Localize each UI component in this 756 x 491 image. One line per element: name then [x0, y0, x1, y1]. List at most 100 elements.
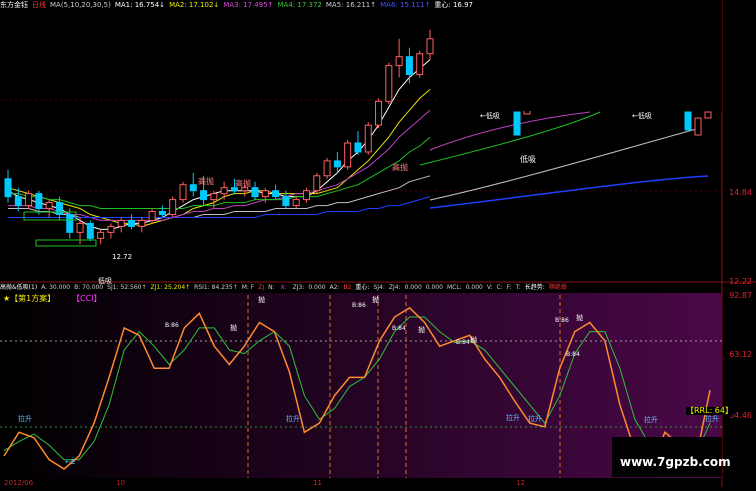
b-point-label: B:86 — [352, 302, 366, 309]
candle-body — [261, 190, 269, 198]
candle-body — [210, 193, 218, 201]
lift-marker: 拉升 — [506, 413, 520, 422]
price-annotation-buy-arrow: ←低吸 — [480, 111, 500, 120]
candle-body — [220, 187, 228, 195]
sell-marker: 抛 — [230, 323, 237, 332]
candle-body — [169, 199, 177, 215]
f-readout: F: — [506, 284, 512, 291]
candle-body — [292, 199, 300, 207]
trend-value: 隔绝锁 — [548, 284, 567, 291]
candle-body — [272, 190, 280, 198]
cci-label[interactable]: 【CCI】 — [72, 295, 102, 303]
trend-readout: 长趋势: — [524, 284, 545, 291]
candle-body — [426, 38, 434, 55]
m-readout: M: F — [241, 284, 255, 291]
price-annotation-low: 12.72 — [112, 253, 132, 261]
candle-body — [354, 142, 362, 153]
b-point-label: B:84 — [392, 325, 406, 332]
candle-body — [45, 202, 53, 210]
period-label[interactable]: 日线 — [32, 1, 46, 9]
candle-body — [86, 222, 94, 239]
stock-name[interactable]: 东方金钰 — [0, 1, 28, 9]
candle-body — [241, 187, 249, 192]
b-point-label: B:84 — [456, 339, 470, 346]
sell-marker: 抛 — [576, 313, 583, 322]
lift-marker: 拉升 — [528, 414, 542, 423]
indicator-name[interactable]: 高抛&低吸(1) — [0, 284, 37, 291]
ma-trail-blue — [429, 175, 709, 209]
price-panel-header: 东方金钰 日线 MA(5,10,20,30,5) MA1: 16.754↓ MA2: 1… — [0, 0, 477, 10]
sell-marker: 抛 — [372, 295, 379, 304]
candle-body — [179, 184, 187, 201]
chart-canvas: 14.8412.22高抛 高抛高抛低吸低吸←低吸←低吸12.7292.8763.1… — [0, 0, 756, 487]
date-label-mid2: 11 — [313, 479, 322, 487]
center2-readout: 重心: — [355, 284, 370, 291]
b-point-label: B:86 — [555, 317, 569, 324]
lift-marker: 拉升 — [705, 414, 719, 423]
candle-body — [416, 53, 424, 76]
ma5-readout: MA5: 16.211↑ — [325, 1, 377, 9]
sj1-readout: SJ1: 52.560↑ — [107, 284, 147, 291]
candle-body — [344, 142, 352, 168]
param-b: B: 70.000 — [74, 284, 104, 291]
mcl-readout: MCL: — [446, 284, 462, 291]
lift-marker: 拉升 — [18, 414, 32, 423]
date-label-left: 2012/06 — [4, 479, 34, 487]
candle-body — [405, 56, 413, 76]
date-label-mid1: 10 — [116, 479, 125, 487]
candle-body — [200, 190, 208, 201]
ma-trail-white — [429, 127, 701, 201]
stock-chart-stage: 14.84 12.22 高抛 高抛 高抛 低吸 低吸 ←低吸 ←低吸 12.72 92.87 63.1… — [0, 0, 756, 487]
v-readout: V: — [486, 284, 493, 291]
candle-body — [694, 117, 702, 136]
candle-body — [333, 160, 341, 168]
candle-body — [189, 184, 197, 192]
lift-marker: 拉升 — [644, 415, 658, 424]
candle-body — [158, 211, 166, 215]
ma-params: MA(5,10,20,30,5) — [50, 1, 111, 9]
n-readout: N: — [268, 284, 277, 291]
candle-body — [4, 178, 12, 198]
consolidation-box — [35, 239, 97, 247]
lift-arrow: ←Ё — [65, 457, 75, 466]
candle-body — [302, 190, 310, 201]
price-annotation-sell: 高抛 — [392, 162, 408, 172]
rrl-label: 【RRL: 64】 — [686, 406, 733, 415]
v2-readout: 0.000 — [425, 284, 443, 291]
ma-line-ma5 — [8, 175, 431, 218]
zj4-readout: ZJ4: — [388, 284, 401, 291]
v4-readout: 0.000 — [465, 284, 483, 291]
sell-marker: 抛 — [470, 335, 477, 344]
date-label-mid3: 12 — [516, 479, 525, 487]
candle-body — [251, 187, 259, 198]
price-tick-label: 14.84 — [729, 188, 752, 197]
zj1-readout: ZJ1: 25.204↑ — [150, 284, 191, 291]
candle-body — [117, 219, 125, 227]
ma6-readout: MA6: 15.111↑ — [380, 1, 431, 9]
candle-body — [138, 219, 146, 227]
price-annotation-sell: 高抛 — [235, 178, 251, 188]
x-readout: X: — [280, 284, 289, 291]
ma1-readout: MA1: 16.754↓ — [114, 1, 166, 9]
candle-body — [25, 193, 33, 207]
candle-body — [323, 160, 331, 177]
zj3-readout: ZJ3: — [292, 284, 305, 291]
candle-body — [230, 187, 238, 192]
candle-body — [55, 202, 63, 215]
candle-body — [148, 211, 156, 221]
ma-trail-green — [419, 111, 601, 166]
a2-readout: A2: — [329, 284, 340, 291]
ma2-readout: MA2: 17.102↓ — [169, 1, 220, 9]
b-point-label: B:86 — [165, 322, 179, 329]
sell-marker: 抛 — [258, 295, 265, 304]
candle-body — [107, 225, 115, 233]
watermark: www.7gpzb.com — [620, 455, 731, 469]
scheme-label[interactable]: ★【第1方案】 — [3, 295, 55, 303]
sj4-readout: SJ4: — [373, 284, 385, 291]
osc-tick-label: 92.87 — [729, 291, 752, 300]
zero-readout: 0.000 — [308, 284, 326, 291]
candle-body — [395, 56, 403, 67]
candle-body — [66, 213, 74, 233]
osc-tick-label: 63.12 — [729, 350, 752, 359]
candle-body — [313, 175, 321, 192]
